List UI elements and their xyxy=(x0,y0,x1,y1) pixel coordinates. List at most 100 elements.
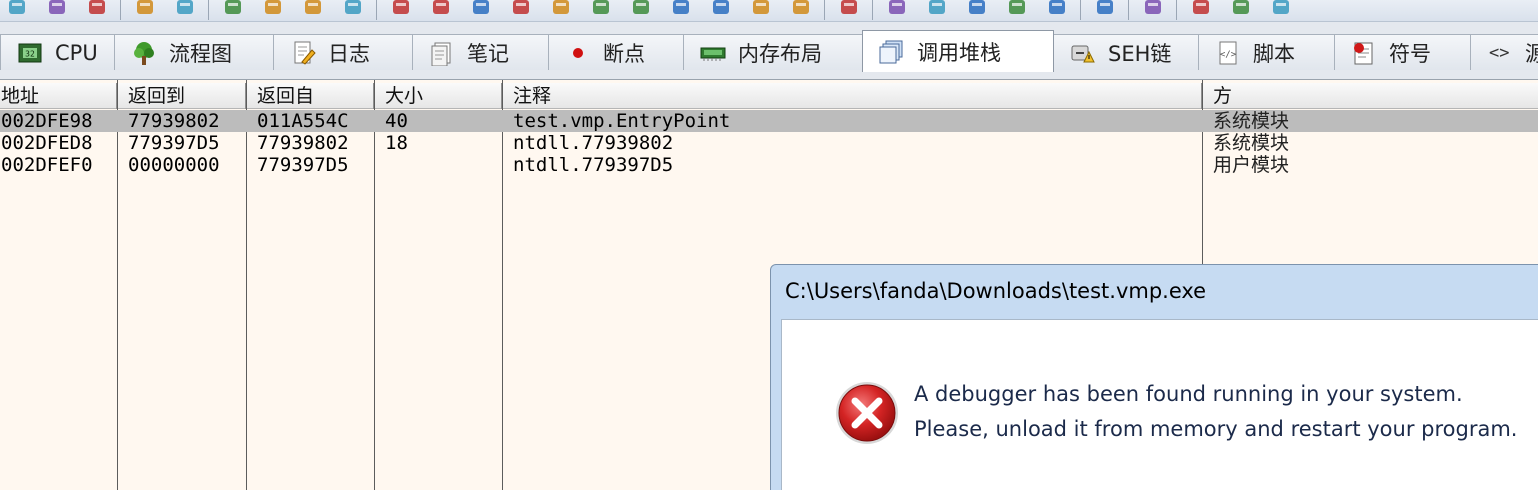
code-icon[interactable] xyxy=(710,0,732,18)
pen-icon[interactable] xyxy=(1006,0,1028,18)
tab-label: 断点 xyxy=(603,41,645,66)
svg-text:</>: </> xyxy=(1220,50,1237,60)
symbol-icon xyxy=(1351,40,1377,66)
find-icon[interactable] xyxy=(750,0,772,18)
seh-chain-icon xyxy=(1070,40,1096,66)
toolbar-separator xyxy=(120,0,121,20)
tab-source[interactable]: <> 源 xyxy=(1470,34,1538,70)
toolbar-separator xyxy=(376,0,377,20)
restart-icon[interactable] xyxy=(46,0,68,18)
function-icon[interactable] xyxy=(1046,0,1068,18)
window-icon[interactable] xyxy=(550,0,572,18)
script-icon[interactable] xyxy=(630,0,652,18)
tab-breakpoint-dot[interactable]: 断点 xyxy=(548,34,684,70)
tab-label: 脚本 xyxy=(1253,41,1295,66)
s-icon[interactable] xyxy=(838,0,860,18)
toolbar-separator xyxy=(872,0,873,20)
cell-comment: test.vmp.EntryPoint xyxy=(513,110,731,132)
tab-label: 符号 xyxy=(1389,41,1431,66)
patch-icon[interactable] xyxy=(590,0,612,18)
dialog-message-line-2: Please, unload it from memory and restar… xyxy=(914,417,1518,441)
tab-label: 调用堆栈 xyxy=(917,40,1001,65)
cell-return-to: 77939802 xyxy=(128,110,220,132)
column-header-party[interactable]: 方 xyxy=(1212,83,1232,109)
log-icon xyxy=(290,40,316,66)
run-to-user-icon[interactable] xyxy=(342,0,364,18)
tab-call-stack[interactable]: 调用堆栈 xyxy=(862,30,1054,72)
tab-symbol[interactable]: 符号 xyxy=(1334,34,1471,70)
toolbar-separator xyxy=(824,0,825,20)
cpu-icon: 32 xyxy=(17,40,43,66)
cpu-chip-icon[interactable] xyxy=(390,0,412,18)
breakpoint-dot-icon xyxy=(565,40,591,66)
tab-label: 日志 xyxy=(328,41,370,66)
toolbar-separator xyxy=(1176,0,1177,20)
toolbar xyxy=(0,0,1538,22)
bookmark-icon[interactable] xyxy=(670,0,692,18)
dialog-content: A debugger has been found running in you… xyxy=(781,319,1538,490)
tab-strip: 32 CPU 流程图 日志 笔记 断点 内存布局 调用堆栈 SEH链 </> 脚本 符号 <> 源 xyxy=(0,22,1538,80)
tab-label: 流程图 xyxy=(169,41,232,66)
toolbar-separator xyxy=(1128,0,1129,20)
table-row[interactable]: 002DFE98 77939802 011A554C 40 test.vmp.Entry… xyxy=(0,110,1538,132)
cell-address: 002DFED8 xyxy=(1,132,93,154)
grid-header: 地址 返回到 返回自 大小 注释 方 xyxy=(0,83,1538,109)
tab-label: 源 xyxy=(1525,38,1538,68)
toolbar-separator xyxy=(208,0,209,20)
tab-log[interactable]: 日志 xyxy=(273,34,413,70)
run-icon[interactable] xyxy=(134,0,156,18)
memory-icon[interactable] xyxy=(510,0,532,18)
memory-map-icon xyxy=(700,40,726,66)
bottom-icon[interactable] xyxy=(1142,0,1164,18)
bandage-icon[interactable] xyxy=(886,0,908,18)
step-out-icon[interactable] xyxy=(302,0,324,18)
tab-script-tab[interactable]: </> 脚本 xyxy=(1198,34,1335,70)
column-header-address[interactable]: 地址 xyxy=(0,83,39,109)
svg-text:32: 32 xyxy=(25,49,35,58)
tab-cpu[interactable]: 32 CPU xyxy=(0,34,115,70)
column-header-size[interactable]: 大小 xyxy=(384,83,423,109)
column-header-return-from[interactable]: 返回自 xyxy=(256,83,314,109)
dialog-message-line-1: A debugger has been found running in you… xyxy=(914,382,1463,406)
tree-icon xyxy=(131,40,157,66)
error-dialog: C:\Users\fanda\Downloads\test.vmp.exe A … xyxy=(770,264,1538,490)
source-icon: <> xyxy=(1487,40,1513,66)
call-stack-icon xyxy=(879,39,905,65)
step-into-icon[interactable] xyxy=(222,0,244,18)
cell-return-from: 011A554C xyxy=(257,110,349,132)
step-over-icon[interactable] xyxy=(262,0,284,18)
column-header-return-to[interactable]: 返回到 xyxy=(127,83,185,109)
cell-address: 002DFEF0 xyxy=(1,154,93,176)
open-icon[interactable] xyxy=(6,0,28,18)
cell-return-from: 77939802 xyxy=(257,132,349,154)
notes-icon xyxy=(429,40,455,66)
notepad-icon[interactable] xyxy=(430,0,452,18)
link-icon[interactable] xyxy=(966,0,988,18)
align-icon[interactable] xyxy=(926,0,948,18)
cell-comment: ntdll.77939802 xyxy=(513,132,674,154)
cell-party: 系统模块 xyxy=(1213,132,1290,154)
calculator-icon[interactable] xyxy=(1190,0,1212,18)
tab-tree[interactable]: 流程图 xyxy=(114,34,274,70)
toolbar-separator xyxy=(1080,0,1081,20)
trace-icon[interactable] xyxy=(790,0,812,18)
dialog-title: C:\Users\fanda\Downloads\test.vmp.exe xyxy=(785,279,1207,303)
table-row[interactable]: 002DFEF0 00000000 779397D5 ntdll.779397D5 用户… xyxy=(0,154,1538,176)
table-row[interactable]: 002DFED8 779397D5 77939802 18 ntdll.77939802… xyxy=(0,132,1538,154)
device-icon[interactable] xyxy=(1270,0,1292,18)
globe-icon[interactable] xyxy=(1230,0,1252,18)
stop-icon[interactable] xyxy=(86,0,108,18)
cell-party: 系统模块 xyxy=(1213,110,1290,132)
tab-seh-chain[interactable]: SEH链 xyxy=(1053,34,1199,70)
tab-label: 内存布局 xyxy=(738,41,822,66)
tab-notes[interactable]: 笔记 xyxy=(412,34,549,70)
column-header-comment[interactable]: 注释 xyxy=(512,83,551,109)
pause-icon[interactable] xyxy=(174,0,196,18)
cell-return-from: 779397D5 xyxy=(257,154,349,176)
cell-return-to: 00000000 xyxy=(128,154,220,176)
tab-memory-map[interactable]: 内存布局 xyxy=(683,34,863,70)
breakpoint-icon[interactable] xyxy=(470,0,492,18)
font-icon[interactable] xyxy=(1094,0,1116,18)
cell-return-to: 779397D5 xyxy=(128,132,220,154)
cell-comment: ntdll.779397D5 xyxy=(513,154,674,176)
